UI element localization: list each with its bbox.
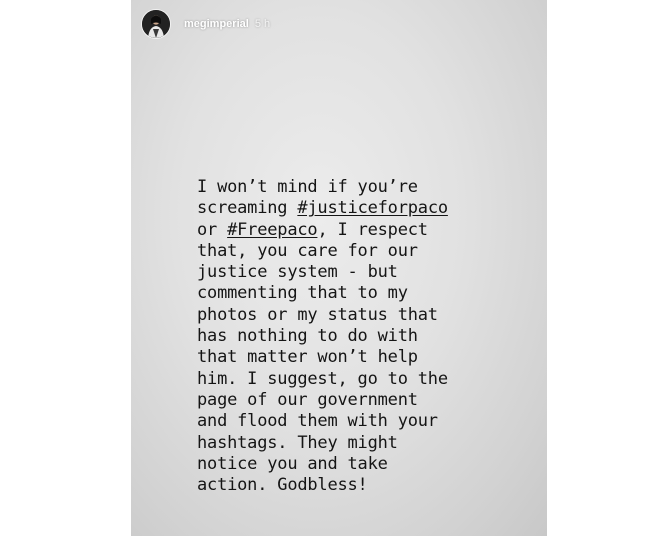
story-caption-text: I won’t mind if you’re screaming #justice…: [197, 177, 537, 496]
caption-text: him. I suggest, go to the: [197, 368, 448, 389]
caption-text: commenting that to my: [197, 283, 408, 304]
caption-line: that matter won’t help: [197, 347, 537, 368]
caption-text: that matter won’t help: [197, 347, 418, 368]
caption-text: photos or my status that: [197, 304, 438, 325]
caption-text: page of our government: [197, 389, 418, 410]
caption-line: page of our government: [197, 390, 537, 411]
username[interactable]: megimperial: [184, 18, 249, 30]
profile-photo-icon[interactable]: [141, 9, 171, 39]
caption-line: action. Godbless!: [197, 475, 537, 496]
caption-text: notice you and take: [197, 453, 388, 474]
caption-line: justice system - but: [197, 262, 537, 283]
caption-text: I won’t mind if you’re: [197, 177, 418, 197]
caption-text: has nothing to do with: [197, 326, 418, 347]
caption-text: action. Godbless!: [197, 475, 368, 496]
caption-text: or: [197, 219, 228, 240]
caption-line: that, you care for our: [197, 241, 537, 262]
caption-line: photos or my status that: [197, 305, 537, 326]
caption-line: I won’t mind if you’re: [197, 177, 537, 198]
caption-text: that, you care for our: [197, 240, 418, 261]
caption-text: justice system - but: [197, 262, 398, 283]
timestamp: 5 h: [254, 18, 271, 30]
story-header: megimperial 5 h: [141, 9, 270, 39]
caption-line: screaming #justiceforpaco: [197, 198, 537, 219]
caption-line: hashtags. They might: [197, 433, 537, 454]
caption-line: him. I suggest, go to the: [197, 369, 537, 390]
caption-text: hashtags. They might: [197, 432, 398, 453]
hashtag-link[interactable]: #Freepaco: [227, 220, 318, 240]
caption-text: and flood them with your: [197, 411, 438, 432]
story-frame: megimperial 5 h I won’t mind if you’re sc…: [131, 0, 547, 536]
caption-line: has nothing to do with: [197, 326, 537, 347]
caption-line: commenting that to my: [197, 283, 537, 304]
caption-line: and flood them with your: [197, 411, 537, 432]
hashtag-link[interactable]: #justiceforpaco: [297, 198, 448, 218]
caption-line: or #Freepaco, I respect: [197, 220, 537, 241]
caption-text: , I respect: [317, 219, 428, 240]
caption-text: screaming: [197, 198, 298, 219]
caption-line: notice you and take: [197, 454, 537, 475]
